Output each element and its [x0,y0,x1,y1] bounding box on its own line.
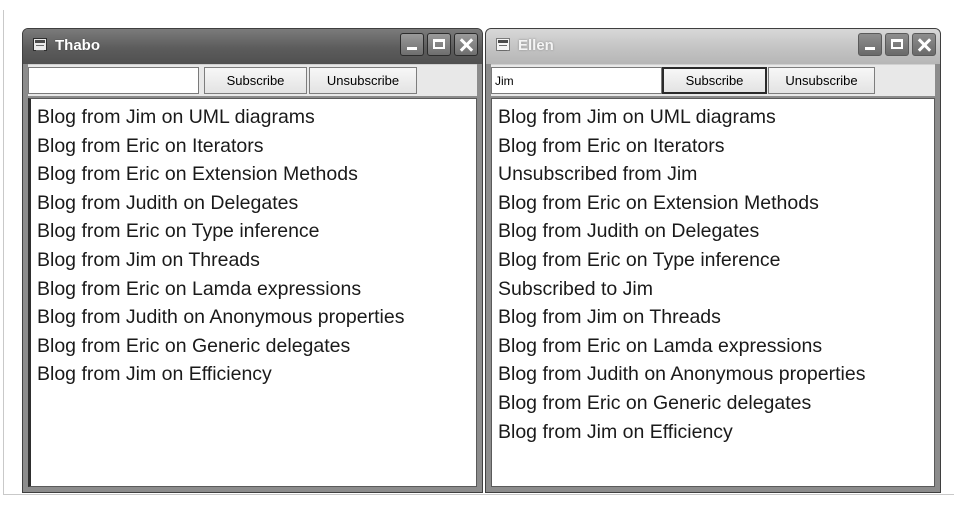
list-item: Blog from Eric on Extension Methods [37,163,358,186]
topic-input[interactable] [28,67,199,94]
maximize-icon[interactable] [427,33,451,56]
list-item: Blog from Jim on Threads [498,306,721,329]
list-item: Blog from Eric on Generic delegates [498,391,812,414]
subscription-toolbar: Subscribe Unsubscribe [28,64,477,96]
unsubscribe-button[interactable]: Unsubscribe [768,67,875,94]
list-item: Blog from Eric on Extension Methods [498,191,819,214]
list-item: Subscribed to Jim [498,277,653,300]
window-title: Thabo [55,37,100,54]
titlebar[interactable]: Thabo [23,29,482,64]
list-item: Blog from Eric on Lamda expressions [37,277,362,300]
list-item: Blog from Jim on Efficiency [37,363,272,386]
maximize-icon[interactable] [885,33,909,56]
close-icon[interactable] [912,33,936,56]
topic-input[interactable] [491,67,662,94]
list-item: Blog from Judith on Delegates [498,220,760,243]
list-item: Blog from Eric on Type inference [498,248,781,271]
close-icon[interactable] [454,33,478,56]
window-ellen: Ellen Subscribe Unsubscribe Blog from Ji… [485,28,941,493]
list-item: Blog from Eric on Iterators [37,134,264,157]
list-item: Blog from Jim on Threads [37,248,260,271]
titlebar[interactable]: Ellen [486,29,940,64]
minimize-icon[interactable] [400,33,424,56]
list-item: Unsubscribed from Jim [498,163,698,186]
list-item: Blog from Judith on Delegates [37,191,299,214]
list-item: Blog from Judith on Anonymous properties [498,363,866,386]
list-item: Blog from Eric on Generic delegates [37,334,351,357]
list-item: Blog from Eric on Iterators [498,134,725,157]
unsubscribe-button[interactable]: Unsubscribe [309,67,417,94]
list-item: Blog from Judith on Anonymous properties [37,306,405,329]
message-list[interactable]: Blog from Jim on UML diagrams Blog from … [28,98,477,487]
list-item: Blog from Eric on Type inference [37,220,320,243]
list-item: Blog from Jim on UML diagrams [37,106,315,128]
list-item: Blog from Jim on Efficiency [498,420,733,443]
list-item: Blog from Eric on Lamda expressions [498,334,823,357]
subscription-toolbar: Subscribe Unsubscribe [491,64,935,96]
app-window-icon[interactable] [496,38,510,51]
subscribe-button[interactable]: Subscribe [204,67,307,94]
subscribe-button[interactable]: Subscribe [662,67,767,94]
app-window-icon[interactable] [33,38,47,51]
minimize-icon[interactable] [858,33,882,56]
list-item: Blog from Jim on UML diagrams [498,106,776,128]
window-title: Ellen [518,37,554,54]
window-thabo: Thabo Subscribe Unsubscribe Blog from Ji… [22,28,483,493]
message-list[interactable]: Blog from Jim on UML diagrams Blog from … [491,98,935,487]
